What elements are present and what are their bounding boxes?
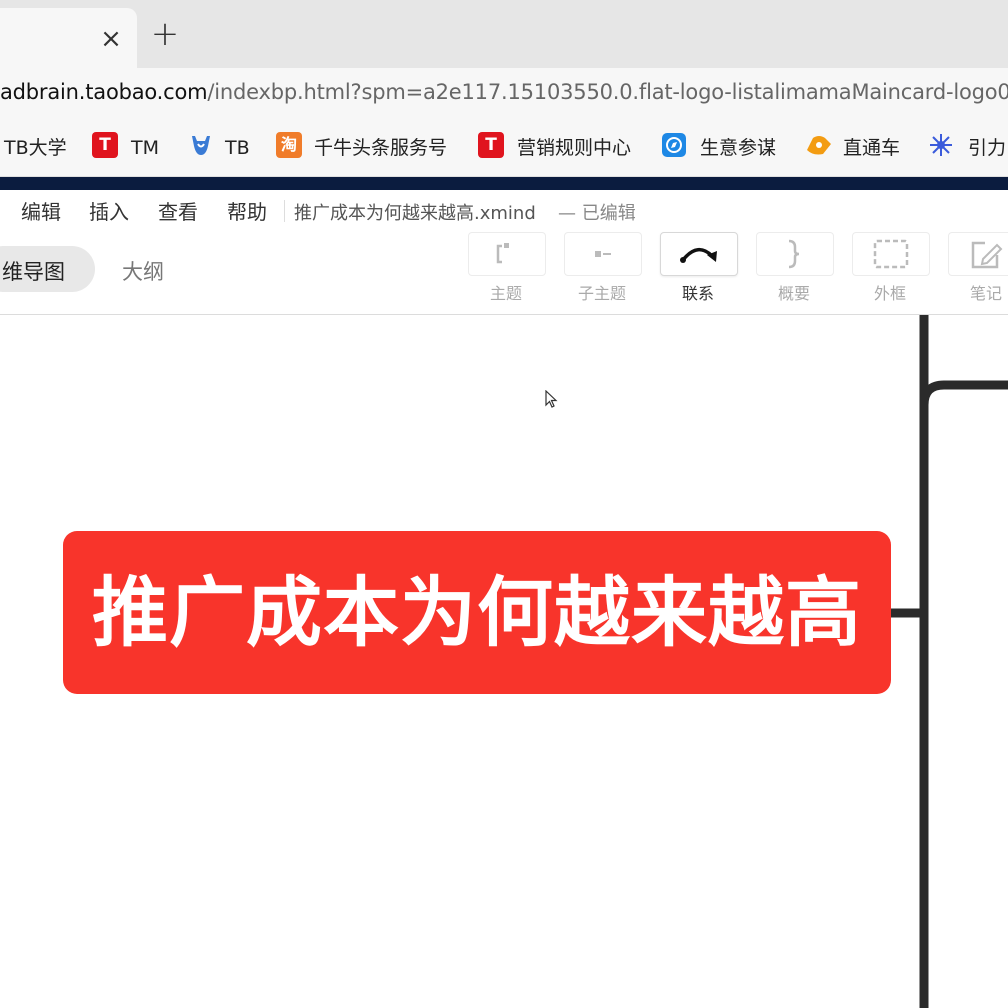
qianniu-icon: 淘 <box>276 132 302 158</box>
menu-bar: 编辑 插入 查看 帮助 推广成本为何越来越高.xmind — 已编辑 <box>0 190 1008 230</box>
close-tab-icon[interactable]: × <box>100 26 122 52</box>
mouse-cursor-icon <box>545 390 558 408</box>
bookmark-tm[interactable]: TM <box>131 134 159 162</box>
new-tab-button[interactable]: + <box>150 17 180 51</box>
network-icon <box>930 134 952 156</box>
relationship-button[interactable] <box>660 232 738 276</box>
note-icon <box>971 241 1003 269</box>
boundary-button[interactable] <box>852 232 930 276</box>
topic-icon <box>496 243 509 264</box>
url-path: /indexbp.html?spm=a2e117.15103550.0.flat… <box>207 80 1008 104</box>
bookmark-qianniu[interactable]: 千牛头条服务号 <box>314 134 447 162</box>
menu-insert[interactable]: 插入 <box>89 196 129 225</box>
tmall-icon: T <box>478 132 504 158</box>
subtopic-label: 子主题 <box>577 284 626 303</box>
boundary-icon <box>873 239 909 269</box>
bookmark-ztc[interactable]: 直通车 <box>843 134 900 162</box>
menu-divider <box>284 200 285 222</box>
browser-tab-strip: × + <box>0 0 1008 68</box>
subtopic-icon <box>595 251 611 257</box>
topic-button[interactable] <box>468 232 546 276</box>
summary-label: 概要 <box>777 284 810 303</box>
central-topic-text: 推广成本为何越来越高 <box>92 568 862 657</box>
note-label: 笔记 <box>969 284 1002 303</box>
bookmark-marketing-rules[interactable]: 营销规则中心 <box>517 134 631 162</box>
central-topic[interactable]: 推广成本为何越来越高 <box>63 531 891 694</box>
taobao-icon <box>192 136 210 155</box>
menu-edit[interactable]: 编辑 <box>21 196 61 225</box>
bookmark-yinli[interactable]: 引力 <box>968 134 1006 162</box>
url-text[interactable]: adbrain.taobao.com/indexbp.html?spm=a2e1… <box>0 80 1008 104</box>
app-title-band <box>0 177 1008 190</box>
document-status: — 已编辑 <box>558 203 636 224</box>
document-title: 推广成本为何越来越高.xmind <box>294 203 536 224</box>
bookmark-sycm[interactable]: 生意参谋 <box>700 134 776 162</box>
url-host: adbrain.taobao.com <box>0 80 208 104</box>
menu-help[interactable]: 帮助 <box>227 196 267 225</box>
bookmark-tb[interactable]: TB <box>225 134 250 162</box>
car-icon <box>807 136 831 155</box>
topic-label: 主题 <box>489 284 522 303</box>
tab-mindmap[interactable]: 维导图 <box>0 246 95 292</box>
summary-button[interactable] <box>756 232 834 276</box>
tmall-icon: T <box>92 132 118 158</box>
note-button[interactable] <box>948 232 1008 276</box>
tab-mindmap-label: 维导图 <box>2 260 65 284</box>
menu-view[interactable]: 查看 <box>158 196 198 225</box>
bookmarks-bar: TB大学 TM TB 千牛头条服务号 营销规则中心 生意参谋 直通车 引力 <box>0 120 1008 177</box>
mindmap-canvas[interactable]: 推广成本为何越来越高 <box>0 315 1008 1008</box>
boundary-label: 外框 <box>873 284 906 303</box>
summary-icon <box>788 239 800 269</box>
bookmark-tb-university[interactable]: TB大学 <box>4 134 67 162</box>
browser-tab[interactable]: × <box>0 8 137 68</box>
subtopic-button[interactable] <box>564 232 642 276</box>
compass-icon <box>662 133 686 157</box>
tab-outline[interactable]: 大纲 <box>122 256 164 286</box>
relationship-icon <box>680 248 717 263</box>
relationship-label: 联系 <box>681 284 714 303</box>
toolbar: 维导图 大纲 主题 子主题 联系 概要 外框 笔记 <box>0 230 1008 315</box>
address-bar[interactable]: adbrain.taobao.com/indexbp.html?spm=a2e1… <box>0 68 1008 120</box>
